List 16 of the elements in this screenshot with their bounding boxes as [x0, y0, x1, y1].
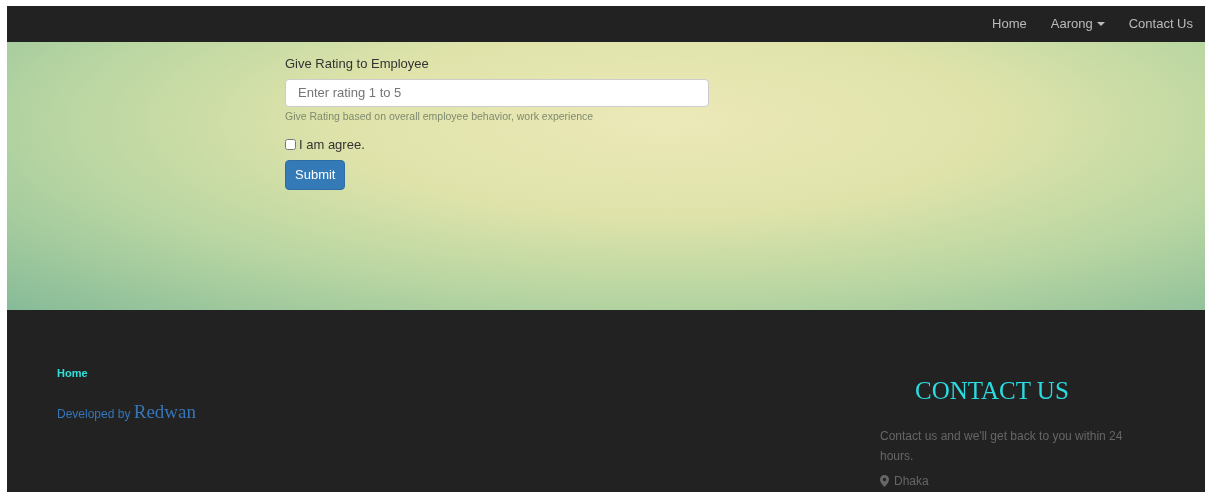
checkbox-label: I am agree. [299, 136, 365, 155]
footer-link[interactable]: Home [57, 367, 88, 379]
contact-heading: CONTACT US [915, 376, 1070, 406]
agree-checkbox[interactable] [285, 139, 296, 151]
dropdown-toggle[interactable]: Aarong [1038, 14, 1117, 34]
contact-text: Contact us and we'll get back to you within 24 hours. [880, 428, 1124, 465]
field-label: Give Rating to Employee [285, 55, 430, 73]
rating-input[interactable]: Enter rating 1 to 5 [285, 78, 709, 107]
nav-link[interactable]: Contact Us [1116, 14, 1205, 34]
credit-text: Developed by Redwan [57, 400, 196, 424]
nav-link[interactable]: Home [980, 14, 1039, 34]
help-text: Give Rating based on overall employee behavior, work experience [285, 108, 595, 124]
caret-icon [1096, 22, 1105, 26]
submit-button[interactable]: Submit [285, 160, 346, 190]
location-text: Dhaka [894, 473, 929, 490]
location-pin-icon [880, 475, 889, 487]
